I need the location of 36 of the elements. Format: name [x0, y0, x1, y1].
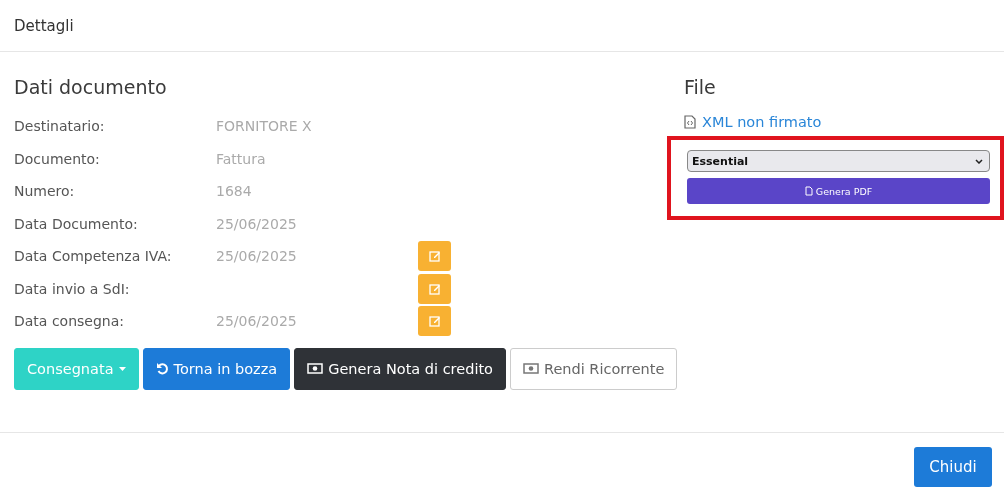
edit-icon [428, 282, 441, 295]
section-heading: Dati documento [14, 76, 168, 100]
edit-button[interactable] [418, 241, 451, 272]
field-value: 25/06/2025 [216, 313, 298, 330]
field-value: FORNITORE X [216, 118, 313, 135]
edit-button[interactable] [418, 306, 451, 337]
generate-pdf-button[interactable]: Genera PDF [687, 178, 990, 204]
banknote-icon [307, 363, 324, 374]
code-file-icon [684, 115, 696, 129]
caret-icon [118, 366, 126, 371]
section-heading: File [684, 76, 717, 100]
edit-icon [428, 315, 441, 328]
field-value: 1684 [216, 183, 253, 200]
pdf-file-icon [804, 186, 813, 196]
field-label: Numero: [14, 183, 76, 200]
field-value: 25/06/2025 [216, 248, 298, 265]
edit-button[interactable] [418, 273, 451, 304]
xml-link[interactable]: XML non firmato [684, 114, 992, 130]
field-label: Destinatario: [14, 118, 106, 135]
banknote-icon [523, 363, 539, 374]
action-button[interactable]: Rendi Ricorrente [510, 347, 678, 390]
template-select[interactable]: Essential [687, 150, 990, 172]
field-value: Fattura [216, 150, 267, 167]
close-button[interactable]: Chiudi [914, 447, 992, 487]
field-label: Data invio a SdI: [14, 280, 131, 297]
action-button[interactable]: Genera Nota di credito [294, 347, 506, 390]
field-label: Data Documento: [14, 215, 139, 232]
field-label: Data Competenza IVA: [14, 248, 173, 265]
chevron-down-icon [975, 158, 983, 164]
action-button[interactable]: Torna in bozza [142, 347, 291, 390]
field-label: Documento: [14, 150, 101, 167]
field-label: Data consegna: [14, 313, 125, 330]
undo-icon [155, 362, 169, 375]
field-value: 25/06/2025 [216, 215, 298, 232]
modal-title: Dettagli [14, 16, 74, 35]
edit-icon [428, 250, 441, 263]
